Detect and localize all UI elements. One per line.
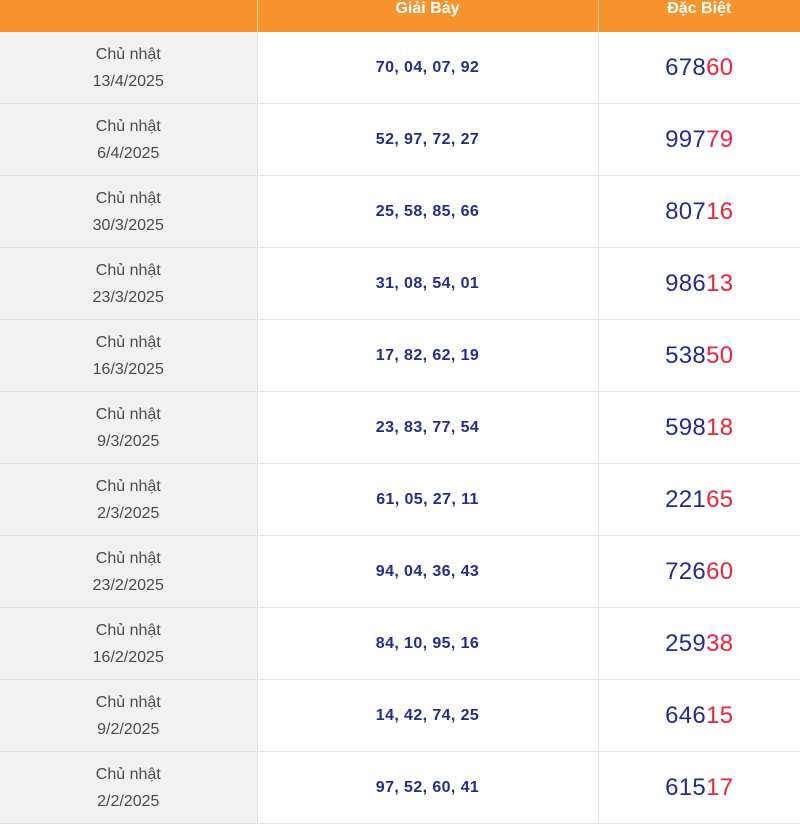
draw-weekday: Chủ nhật [95, 189, 161, 207]
table-row: Chủ nhật 9/3/2025 23, 83, 77, 54 59818 [0, 391, 800, 464]
dac-biet-tail: 65 [706, 485, 734, 513]
draw-date-cell: Chủ nhật 9/3/2025 [0, 391, 257, 464]
draw-weekday: Chủ nhật [95, 549, 161, 567]
giai-bay-numbers: 84, 10, 95, 16 [256, 607, 598, 680]
draw-date: 23/2/2025 [92, 576, 164, 594]
draw-date: 13/4/2025 [92, 72, 164, 90]
draw-date: 9/3/2025 [97, 432, 160, 450]
dac-biet-tail: 16 [706, 197, 734, 225]
dac-biet-head: 538 [665, 341, 707, 369]
draw-date: 30/3/2025 [92, 216, 164, 234]
dac-biet-head: 259 [665, 629, 707, 657]
table-row: Chủ nhật 30/3/2025 25, 58, 85, 66 80716 [0, 175, 800, 248]
table-row: Chủ nhật 13/4/2025 70, 04, 07, 92 67860 [0, 32, 800, 104]
table-row: Chủ nhật 23/3/2025 31, 08, 54, 01 98613 [0, 247, 800, 320]
dac-biet-head: 615 [665, 773, 707, 801]
draw-date: 9/2/2025 [97, 720, 160, 738]
draw-date-cell: Chủ nhật 16/3/2025 [0, 319, 257, 392]
dac-biet-tail: 15 [706, 701, 734, 729]
draw-weekday: Chủ nhật [95, 477, 161, 495]
dac-biet-number: 25938 [597, 607, 800, 680]
draw-weekday: Chủ nhật [95, 405, 161, 423]
draw-date-cell: Chủ nhật 9/2/2025 [0, 679, 257, 752]
table-row: Chủ nhật 6/4/2025 52, 97, 72, 27 99779 [0, 103, 800, 176]
dac-biet-tail: 38 [706, 629, 734, 657]
draw-date: 2/3/2025 [97, 504, 160, 522]
header-dac-biet: Đặc Biệt [597, 0, 800, 32]
dac-biet-tail: 13 [706, 269, 734, 297]
draw-weekday: Chủ nhật [95, 765, 161, 783]
dac-biet-head: 726 [665, 557, 707, 585]
dac-biet-head: 646 [665, 701, 707, 729]
dac-biet-head: 678 [665, 53, 707, 81]
dac-biet-tail: 79 [706, 125, 734, 153]
giai-bay-numbers: 61, 05, 27, 11 [256, 463, 598, 536]
dac-biet-number: 22165 [597, 463, 800, 536]
table-row: Chủ nhật 16/3/2025 17, 82, 62, 19 53850 [0, 319, 800, 392]
dac-biet-head: 221 [665, 485, 707, 513]
draw-date-cell: Chủ nhật 6/4/2025 [0, 103, 257, 176]
dac-biet-number: 64615 [597, 679, 800, 752]
draw-date: 16/2/2025 [92, 648, 164, 666]
draw-weekday: Chủ nhật [95, 117, 161, 135]
table-row: Chủ nhật 2/2/2025 97, 52, 60, 41 61517 [0, 751, 800, 824]
dac-biet-number: 80716 [597, 175, 800, 248]
giai-bay-numbers: 52, 97, 72, 27 [256, 103, 598, 176]
table-row: Chủ nhật 2/3/2025 61, 05, 27, 11 22165 [0, 463, 800, 536]
draw-date: 6/4/2025 [97, 144, 160, 162]
giai-bay-numbers: 17, 82, 62, 19 [256, 319, 598, 392]
draw-date-cell: Chủ nhật 23/3/2025 [0, 247, 257, 320]
draw-weekday: Chủ nhật [95, 621, 161, 639]
dac-biet-tail: 60 [706, 557, 734, 585]
draw-date-cell: Chủ nhật 2/2/2025 [0, 751, 257, 824]
dac-biet-number: 98613 [597, 247, 800, 320]
giai-bay-numbers: 25, 58, 85, 66 [256, 175, 598, 248]
draw-date: 16/3/2025 [92, 360, 164, 378]
table-header: Giải Bảy Đặc Biệt [0, 0, 800, 32]
draw-weekday: Chủ nhật [95, 45, 161, 63]
table-row: Chủ nhật 16/2/2025 84, 10, 95, 16 25938 [0, 607, 800, 680]
lottery-results-table: Giải Bảy Đặc Biệt Chủ nhật 13/4/2025 70, 0… [0, 0, 800, 824]
dac-biet-number: 99779 [597, 103, 800, 176]
draw-date-cell: Chủ nhật 2/3/2025 [0, 463, 257, 536]
header-date [0, 0, 257, 32]
draw-date: 23/3/2025 [92, 288, 164, 306]
draw-date-cell: Chủ nhật 16/2/2025 [0, 607, 257, 680]
dac-biet-head: 997 [665, 125, 707, 153]
dac-biet-head: 598 [665, 413, 707, 441]
dac-biet-tail: 18 [706, 413, 734, 441]
dac-biet-tail: 50 [706, 341, 734, 369]
giai-bay-numbers: 94, 04, 36, 43 [256, 535, 598, 608]
dac-biet-head: 986 [665, 269, 707, 297]
dac-biet-tail: 60 [706, 53, 734, 81]
giai-bay-numbers: 70, 04, 07, 92 [256, 32, 598, 104]
draw-date-cell: Chủ nhật 23/2/2025 [0, 535, 257, 608]
table-body: Chủ nhật 13/4/2025 70, 04, 07, 92 67860 Chủ … [0, 32, 800, 824]
giai-bay-numbers: 14, 42, 74, 25 [256, 679, 598, 752]
dac-biet-head: 807 [665, 197, 707, 225]
dac-biet-number: 59818 [597, 391, 800, 464]
draw-weekday: Chủ nhật [95, 693, 161, 711]
draw-date-cell: Chủ nhật 13/4/2025 [0, 32, 257, 104]
dac-biet-number: 67860 [597, 32, 800, 104]
table-row: Chủ nhật 23/2/2025 94, 04, 36, 43 72660 [0, 535, 800, 608]
dac-biet-number: 61517 [597, 751, 800, 824]
header-giai-bay: Giải Bảy [256, 0, 598, 32]
dac-biet-tail: 17 [706, 773, 734, 801]
draw-weekday: Chủ nhật [95, 333, 161, 351]
draw-date-cell: Chủ nhật 30/3/2025 [0, 175, 257, 248]
dac-biet-number: 53850 [597, 319, 800, 392]
table-row: Chủ nhật 9/2/2025 14, 42, 74, 25 64615 [0, 679, 800, 752]
dac-biet-number: 72660 [597, 535, 800, 608]
draw-date: 2/2/2025 [97, 792, 160, 810]
giai-bay-numbers: 97, 52, 60, 41 [256, 751, 598, 824]
header-row: Giải Bảy Đặc Biệt [0, 0, 800, 32]
giai-bay-numbers: 31, 08, 54, 01 [256, 247, 598, 320]
draw-weekday: Chủ nhật [95, 261, 161, 279]
giai-bay-numbers: 23, 83, 77, 54 [256, 391, 598, 464]
